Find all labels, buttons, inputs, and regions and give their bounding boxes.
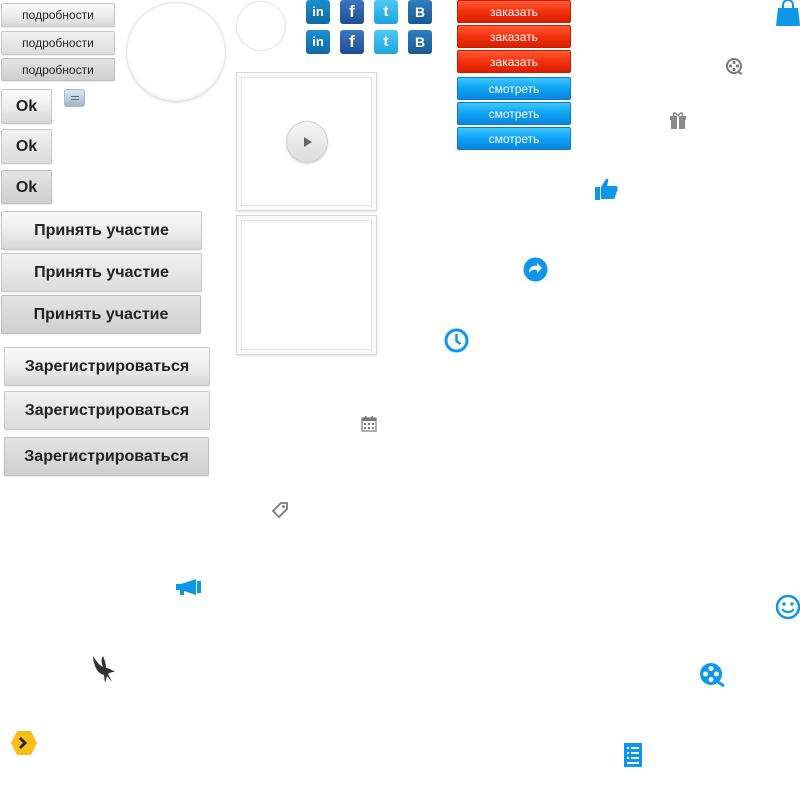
twitter-button-1[interactable]: t (374, 0, 398, 24)
film-reel-blue-icon[interactable] (699, 662, 725, 688)
shopping-bag-icon[interactable] (776, 0, 800, 26)
megaphone-icon[interactable] (176, 579, 202, 595)
document-list-icon[interactable] (624, 743, 642, 767)
small-circle (236, 1, 286, 51)
tag-icon[interactable] (271, 501, 289, 519)
details-button-3[interactable]: подробности (1, 58, 115, 81)
refresh-arrow-icon[interactable] (523, 257, 548, 282)
video-frame-1 (236, 72, 377, 211)
play-icon (304, 137, 312, 147)
large-circle (126, 2, 226, 102)
small-button-icon[interactable] (64, 89, 85, 107)
hexagon-arrow-icon[interactable] (10, 730, 38, 756)
twitter-button-2[interactable]: t (374, 30, 398, 54)
register-button-2[interactable]: Зарегистрироваться (4, 391, 210, 430)
vk-button-1[interactable]: B (408, 0, 432, 24)
watch-button-1[interactable]: смотреть (457, 77, 571, 100)
ok-button-1[interactable]: Ok (1, 89, 52, 124)
vk-button-2[interactable]: B (408, 30, 432, 54)
order-button-2[interactable]: заказать (457, 25, 571, 48)
participate-button-2[interactable]: Принять участие (1, 253, 202, 292)
participate-button-3[interactable]: Принять участие (1, 295, 201, 334)
gift-icon[interactable] (669, 111, 687, 129)
bird-logo-icon (93, 656, 115, 683)
register-button-3[interactable]: Зарегистрироваться (4, 437, 209, 476)
register-button-1[interactable]: Зарегистрироваться (4, 347, 210, 386)
film-reel-icon[interactable] (726, 58, 743, 75)
watch-button-3[interactable]: смотреть (457, 127, 571, 150)
thumbs-up-icon[interactable] (595, 177, 619, 201)
order-button-1[interactable]: заказать (457, 0, 571, 23)
facebook-button-1[interactable]: f (340, 0, 364, 24)
calendar-icon[interactable] (361, 416, 377, 432)
play-button[interactable] (286, 121, 328, 163)
facebook-button-2[interactable]: f (340, 30, 364, 54)
participate-button-1[interactable]: Принять участие (1, 211, 202, 250)
smiley-icon[interactable] (775, 594, 800, 620)
linkedin-button-2[interactable]: in (306, 30, 330, 54)
linkedin-button-1[interactable]: in (306, 0, 330, 24)
ok-button-2[interactable]: Ok (1, 129, 52, 164)
details-button-1[interactable]: подробности (1, 3, 115, 27)
video-frame-2 (236, 215, 377, 355)
order-button-3[interactable]: заказать (457, 50, 571, 73)
watch-button-2[interactable]: смотреть (457, 102, 571, 125)
clock-icon[interactable] (444, 328, 469, 353)
ok-button-3[interactable]: Ok (1, 170, 52, 204)
details-button-2[interactable]: подробности (1, 31, 115, 55)
